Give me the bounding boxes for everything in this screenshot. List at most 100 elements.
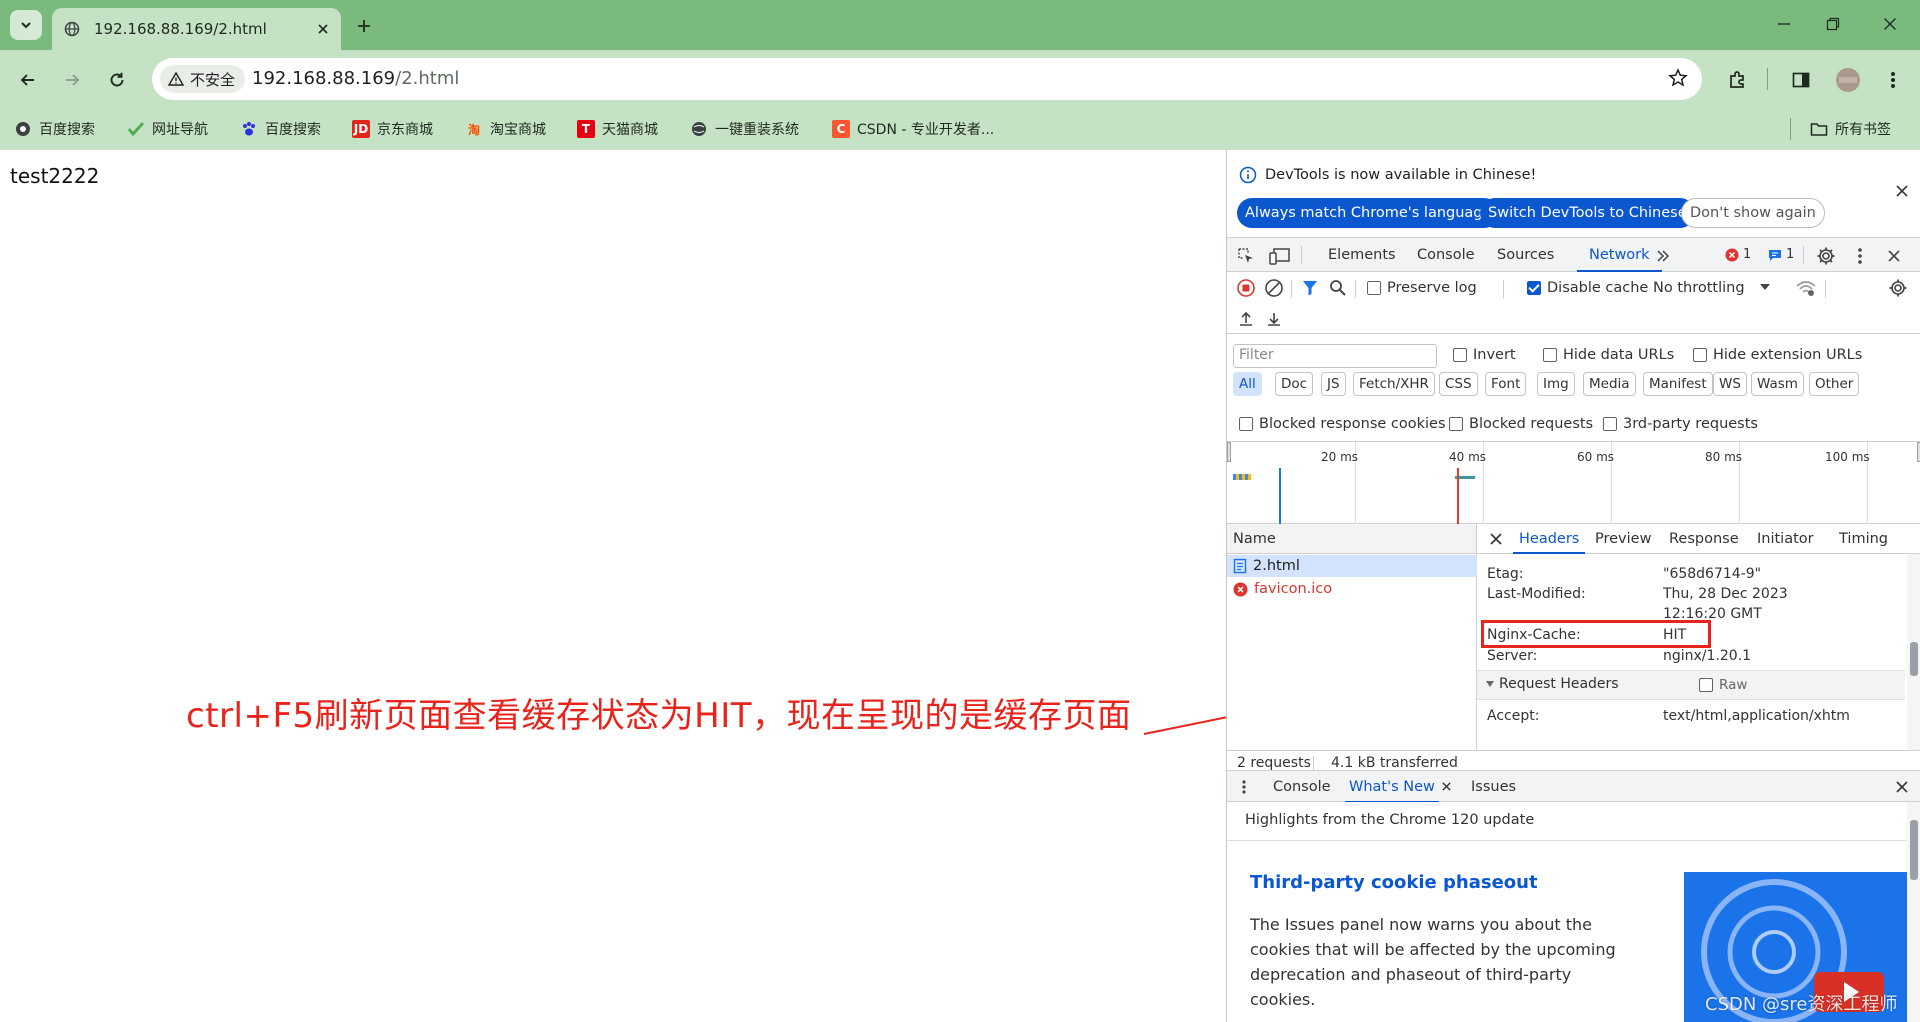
drawer-tab-console[interactable]: Console <box>1273 771 1331 803</box>
back-button[interactable] <box>14 66 42 94</box>
bookmark-item[interactable]: 一键重装系统 <box>690 117 799 141</box>
tab-elements[interactable]: Elements <box>1328 238 1396 272</box>
network-settings-icon[interactable] <box>1887 277 1909 299</box>
third-party-requests-checkbox[interactable]: 3rd-party requests <box>1603 416 1758 432</box>
filter-chip-css[interactable]: CSS <box>1439 372 1478 396</box>
detail-tab-initiator[interactable]: Initiator <box>1757 524 1814 554</box>
headers-scrollbar[interactable] <box>1907 554 1920 750</box>
close-drawer-icon[interactable] <box>1895 780 1909 794</box>
raw-checkbox[interactable]: Raw <box>1699 677 1747 693</box>
close-detail-icon[interactable] <box>1489 532 1503 546</box>
filter-icon[interactable] <box>1299 277 1321 299</box>
close-window-button[interactable] <box>1874 10 1906 38</box>
filter-chip-font[interactable]: Font <box>1485 372 1527 396</box>
throttling-select[interactable]: No throttling <box>1653 280 1745 296</box>
security-chip[interactable]: 不安全 <box>160 65 246 93</box>
tab-search-button[interactable] <box>10 10 42 40</box>
name-column-header[interactable]: Name <box>1227 524 1476 554</box>
bookmark-item[interactable]: 百度搜索 <box>14 117 95 141</box>
filter-chip-js[interactable]: JS <box>1321 372 1346 396</box>
side-panel-button[interactable] <box>1787 66 1815 94</box>
bookmark-item[interactable]: T 天猫商城 <box>577 117 658 141</box>
device-toolbar-icon[interactable] <box>1269 245 1291 267</box>
close-devtools-icon[interactable] <box>1883 245 1905 267</box>
filter-chip-doc[interactable]: Doc <box>1275 372 1314 396</box>
bookmark-item[interactable]: JD 京东商城 <box>352 117 433 141</box>
request-row-selected[interactable]: 2.html <box>1227 555 1477 577</box>
preserve-log-checkbox[interactable]: Preserve log <box>1367 280 1477 296</box>
blocked-response-cookies-checkbox[interactable]: Blocked response cookies <box>1239 416 1446 432</box>
new-tab-button[interactable] <box>352 14 376 38</box>
error-counter[interactable]: 1 <box>1725 247 1751 262</box>
blocked-requests-checkbox[interactable]: Blocked requests <box>1449 416 1593 432</box>
hide-extension-urls-checkbox[interactable]: Hide extension URLs <box>1693 347 1862 363</box>
clear-icon[interactable] <box>1263 277 1285 299</box>
settings-gear-icon[interactable] <box>1815 245 1837 267</box>
filter-chip-other[interactable]: Other <box>1809 372 1860 396</box>
scrollbar-thumb[interactable] <box>1910 642 1918 676</box>
browser-tab-active[interactable]: 192.168.88.169/2.html <box>52 8 341 50</box>
extensions-button[interactable] <box>1723 66 1751 94</box>
upload-icon[interactable] <box>1235 308 1257 330</box>
url-text[interactable]: 192.168.88.169/2.html <box>252 68 459 89</box>
caret-down-icon[interactable] <box>1759 281 1771 293</box>
restore-button[interactable] <box>1817 10 1849 38</box>
feature-title[interactable]: Third-party cookie phaseout <box>1250 872 1538 893</box>
detail-tab-timing[interactable]: Timing <box>1839 524 1888 554</box>
checkbox-label: Preserve log <box>1387 280 1477 296</box>
profile-avatar[interactable] <box>1834 66 1862 94</box>
disable-cache-checkbox[interactable]: Disable cache <box>1527 280 1648 296</box>
bookmark-item[interactable]: 网址导航 <box>127 117 208 141</box>
filter-chip-fetch-xhr[interactable]: Fetch/XHR <box>1353 372 1435 396</box>
bookmark-star-icon[interactable] <box>1668 68 1688 88</box>
detail-tab-response[interactable]: Response <box>1669 524 1739 554</box>
reload-button[interactable] <box>103 66 131 94</box>
detail-tab-preview[interactable]: Preview <box>1595 524 1651 554</box>
chrome-menu-button[interactable] <box>1879 66 1907 94</box>
request-headers-section[interactable]: Request Headers Raw <box>1477 670 1905 700</box>
bookmark-item[interactable]: C CSDN - 专业开发者... <box>832 117 994 141</box>
drawer-scrollbar[interactable] <box>1907 802 1920 1022</box>
request-row[interactable]: favicon.ico <box>1227 578 1477 600</box>
message-counter[interactable]: 1 <box>1768 247 1794 262</box>
bookmark-item[interactable]: 百度搜索 <box>240 117 321 141</box>
address-bar[interactable]: 不安全 192.168.88.169/2.html <box>152 58 1702 100</box>
hide-data-urls-checkbox[interactable]: Hide data URLs <box>1543 347 1674 363</box>
match-language-button[interactable]: Always match Chrome's language <box>1237 198 1500 228</box>
filter-chip-wasm[interactable]: Wasm <box>1751 372 1804 396</box>
drawer-menu-icon[interactable] <box>1241 779 1247 795</box>
filter-chip-ws[interactable]: WS <box>1713 372 1747 396</box>
switch-language-button[interactable]: Switch DevTools to Chinese <box>1480 198 1695 228</box>
tab-console[interactable]: Console <box>1417 238 1475 272</box>
close-icon[interactable] <box>1895 184 1909 198</box>
restore-icon <box>1826 17 1840 31</box>
filter-input[interactable]: Filter <box>1233 344 1437 368</box>
filter-chip-all[interactable]: All <box>1233 372 1262 396</box>
all-bookmarks-button[interactable]: 所有书签 <box>1810 117 1891 141</box>
filter-chip-img[interactable]: Img <box>1537 372 1575 396</box>
invert-checkbox[interactable]: Invert <box>1453 347 1516 363</box>
overview-handle-left[interactable] <box>1227 442 1231 462</box>
dont-show-again-button[interactable]: Don't show again <box>1681 198 1825 228</box>
filter-chip-manifest[interactable]: Manifest <box>1643 372 1713 396</box>
devtools-infobar: DevTools is now available in Chinese! Al… <box>1227 150 1920 238</box>
minimize-button[interactable] <box>1768 10 1800 38</box>
filter-chip-media[interactable]: Media <box>1583 372 1636 396</box>
detail-tab-headers[interactable]: Headers <box>1513 524 1586 554</box>
drawer-tab-whats-new[interactable]: What's New <box>1345 771 1439 803</box>
kebab-menu-icon[interactable] <box>1849 245 1871 267</box>
forward-button[interactable] <box>58 66 86 94</box>
tab-sources[interactable]: Sources <box>1497 238 1554 272</box>
download-icon[interactable] <box>1263 308 1285 330</box>
search-icon[interactable] <box>1327 277 1349 299</box>
close-tab-icon[interactable] <box>1441 781 1452 792</box>
more-tabs-icon[interactable] <box>1652 245 1674 267</box>
tab-close-icon[interactable] <box>317 23 329 35</box>
tab-network[interactable]: Network <box>1577 238 1662 272</box>
wifi-settings-icon[interactable] <box>1795 277 1817 299</box>
inspect-element-icon[interactable] <box>1235 245 1257 267</box>
drawer-tab-issues[interactable]: Issues <box>1471 771 1516 803</box>
record-stop-icon[interactable] <box>1235 277 1257 299</box>
scrollbar-thumb[interactable] <box>1910 820 1918 880</box>
bookmark-item[interactable]: 淘 淘宝商城 <box>465 117 546 141</box>
